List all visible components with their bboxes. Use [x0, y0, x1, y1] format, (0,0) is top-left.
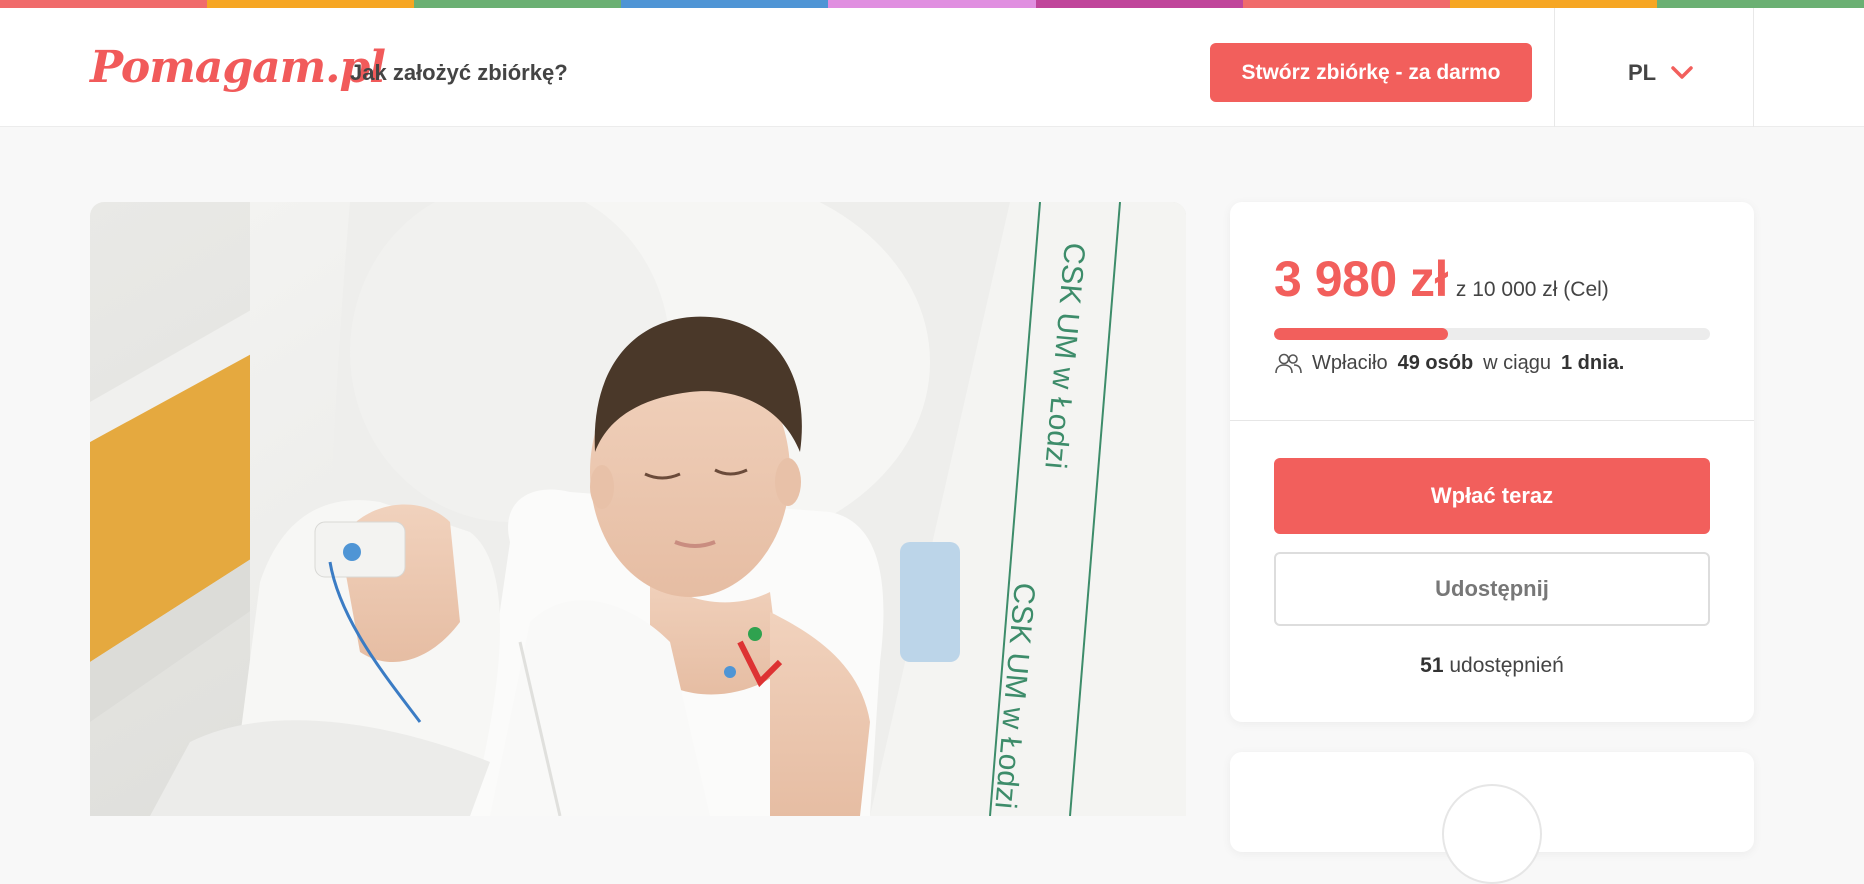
stripe-segment — [207, 0, 415, 8]
stripe-segment — [0, 0, 208, 8]
stripe-segment — [1242, 0, 1450, 8]
progress-bar — [1274, 328, 1710, 340]
stripe-segment — [621, 0, 829, 8]
create-fundraiser-button[interactable]: Stwórz zbiórkę - za darmo — [1210, 43, 1532, 102]
stripe-segment — [414, 0, 622, 8]
donate-now-button[interactable]: Wpłać teraz — [1274, 458, 1710, 534]
divider — [1753, 8, 1754, 127]
stripe-segment — [1656, 0, 1864, 8]
language-label: PL — [1628, 60, 1657, 85]
donors-prefix: Wpłaciło — [1312, 352, 1388, 374]
donation-card: 3 980 zł z 10 000 zł (Cel) Wpłaciło 49 o… — [1230, 202, 1754, 722]
stripe-segment — [1449, 0, 1657, 8]
divider — [1554, 8, 1555, 127]
donors-info: Wpłaciło 49 osób w ciągu 1 dnia. — [1274, 352, 1624, 375]
campaign-photo: CSK UM w Łodzi CSK UM w Łodzi — [90, 202, 1186, 816]
raised-amount: 3 980 zł — [1274, 251, 1448, 307]
language-selector[interactable]: PL — [1628, 60, 1694, 86]
amount-summary: 3 980 zł z 10 000 zł (Cel) — [1274, 250, 1609, 308]
goal-amount: z 10 000 zł (Cel) — [1455, 278, 1609, 301]
stripe-segment — [828, 0, 1036, 8]
site-header: Pomagam.pl Jak założyć zbiórkę? Stwórz z… — [0, 8, 1864, 127]
avatar — [1442, 784, 1542, 884]
how-to-create-link[interactable]: Jak założyć zbiórkę? — [350, 60, 568, 86]
chevron-down-icon — [1671, 66, 1693, 79]
shares-label: udostępnień — [1449, 654, 1564, 677]
divider — [1230, 420, 1754, 421]
organizer-card — [1230, 752, 1754, 884]
donors-count: 49 osób — [1397, 352, 1474, 374]
shares-count: 51 udostępnień — [1230, 654, 1754, 678]
stripe-segment — [1035, 0, 1243, 8]
share-button[interactable]: Udostępnij — [1274, 552, 1710, 626]
donors-days: 1 dnia. — [1560, 352, 1625, 374]
progress-fill — [1274, 328, 1448, 340]
shares-number: 51 — [1420, 654, 1444, 677]
top-color-stripe — [0, 0, 1864, 8]
donors-middle: w ciągu — [1483, 352, 1551, 374]
logo[interactable]: Pomagam.pl — [90, 42, 386, 93]
people-icon — [1275, 353, 1302, 373]
